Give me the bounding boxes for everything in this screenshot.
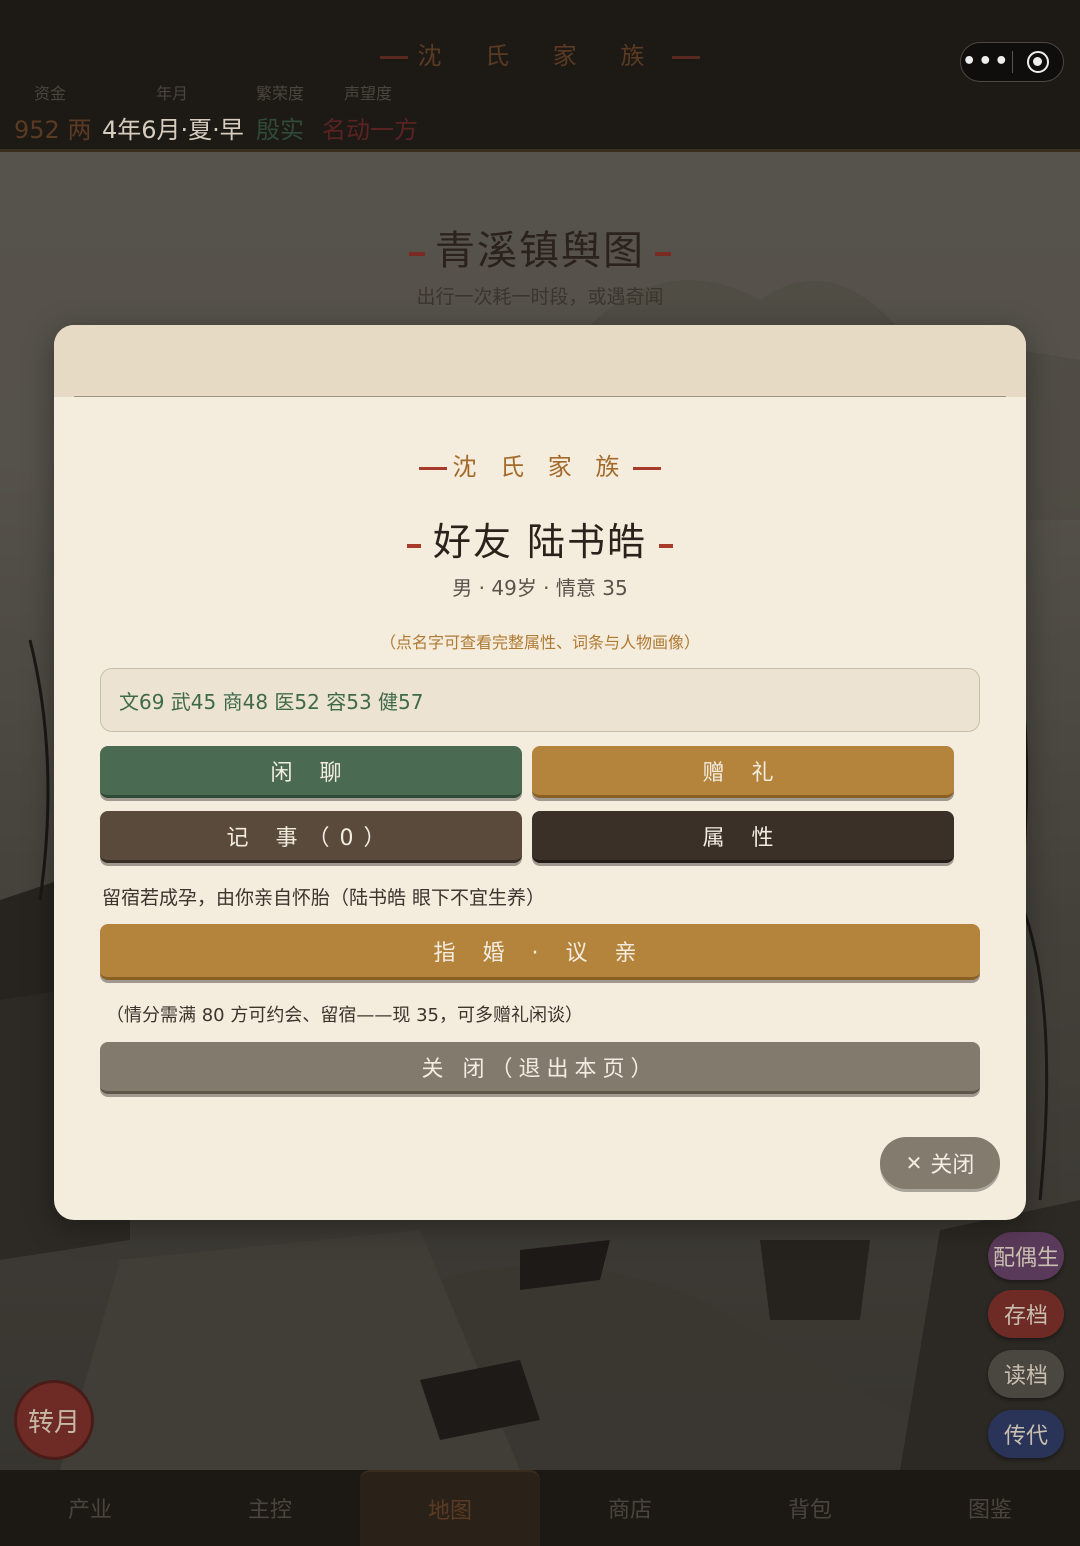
close-page-button[interactable]: 关 闭（退出本页） (100, 1042, 980, 1094)
chat-button[interactable]: 闲 聊 (100, 746, 522, 798)
mini-program-capsule: ••• (960, 42, 1064, 82)
stat-prosperity: 繁荣度 殷实 (256, 84, 305, 144)
matchmaking-button[interactable]: 指 婚 · 议 亲 (100, 924, 980, 980)
attributes-text: 文69 武45 商48 医52 容53 健57 (119, 689, 424, 714)
pregnancy-note: 留宿若成孕，由你亲自怀胎（陆书皓 眼下不宜生养） (102, 887, 546, 909)
family-title: 沈 氏 家 族 (0, 36, 1080, 71)
notes-button[interactable]: 记 事（0） (100, 811, 522, 863)
tab-bag[interactable]: 背包 (720, 1470, 900, 1546)
name-hint: （点名字可查看完整属性、词条与人物画像） (379, 633, 700, 652)
map-subtitle: 出行一次耗一时段，或遇奇闻 (416, 286, 664, 308)
tab-shop[interactable]: 商店 (540, 1470, 720, 1546)
tab-codex[interactable]: 图鉴 (900, 1470, 1080, 1546)
close-target-icon[interactable] (1013, 43, 1064, 81)
spouse-birth-button[interactable]: 配偶生 (988, 1232, 1064, 1280)
tab-map[interactable]: 地图 (360, 1470, 540, 1546)
stat-date: 年月 4年6月·夏·早 (102, 84, 244, 144)
close-button[interactable]: ✕ 关闭 (880, 1137, 1000, 1189)
dialog-family-title: 沈 氏 家 族 (54, 447, 1026, 482)
attributes-box: 文69 武45 商48 医52 容53 健57 (100, 668, 980, 732)
tab-main[interactable]: 主控 (180, 1470, 360, 1546)
tab-industry[interactable]: 产业 (0, 1470, 180, 1546)
character-info: 男 · 49岁 · 情意 35 (452, 576, 628, 600)
stat-reputation: 声望度 名动一方 (322, 84, 418, 144)
gift-button[interactable]: 赠 礼 (532, 746, 954, 798)
friend-dialog: 沈 氏 家 族 好友 陆书皓 男 · 49岁 · 情意 35 （点名字可查看完整… (54, 325, 1026, 1220)
map-title: 青溪镇舆图 (0, 218, 1080, 276)
more-icon[interactable]: ••• (961, 43, 1012, 81)
bottom-nav: 产业 主控 地图 商店 背包 图鉴 (0, 1470, 1080, 1546)
save-button[interactable]: 存档 (988, 1290, 1064, 1338)
next-month-button[interactable]: 转月 (14, 1380, 94, 1460)
character-name[interactable]: 好友 陆书皓 (54, 511, 1026, 566)
load-button[interactable]: 读档 (988, 1350, 1064, 1398)
stat-funds: 资金 952 两 (14, 84, 92, 144)
attributes-button[interactable]: 属 性 (532, 811, 954, 863)
status-bar: 沈 氏 家 族 资金 952 两 年月 4年6月·夏·早 繁荣度 殷实 声望度 … (0, 0, 1080, 152)
affection-note: （情分需满 80 方可约会、留宿——现 35，可多赠礼闲谈） (106, 1005, 583, 1026)
close-icon: ✕ (905, 1151, 923, 1175)
succession-button[interactable]: 传代 (988, 1410, 1064, 1458)
